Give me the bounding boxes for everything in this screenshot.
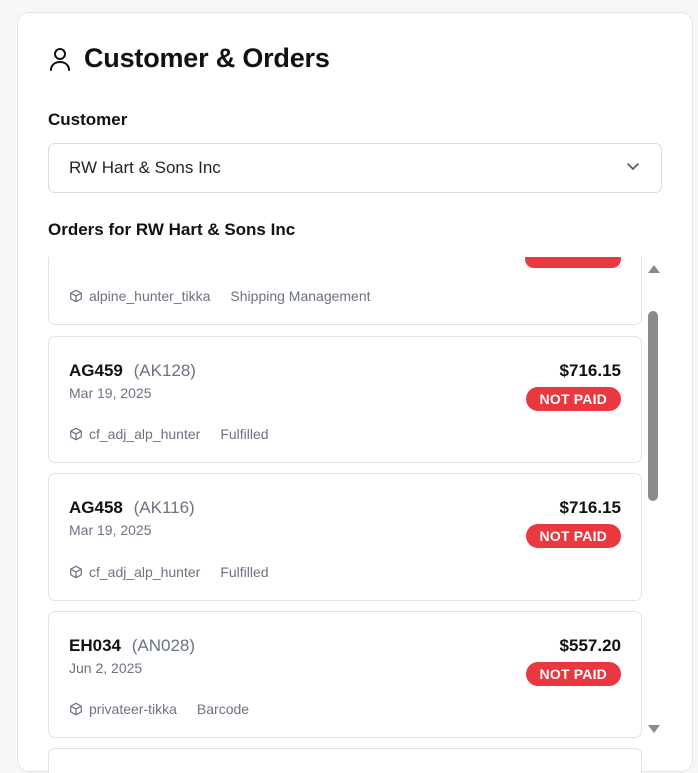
package-icon: [69, 289, 89, 303]
status-badge: NOT PAID: [525, 524, 621, 548]
order-meta: privateer-tikka Barcode: [69, 701, 249, 717]
order-number: EH034: [69, 636, 121, 655]
order-product: cf_adj_alp_hunter: [89, 426, 201, 442]
order-meta: cf_adj_alp_hunter Fulfilled: [69, 564, 269, 580]
order-meta: cf_adj_alp_hunter Fulfilled: [69, 426, 269, 442]
scroll-down-arrow-icon[interactable]: [648, 725, 660, 733]
order-reference: (AK116): [133, 498, 195, 517]
order-amount: $716.15: [559, 361, 621, 380]
order-status: Barcode: [196, 701, 250, 717]
chevron-down-icon: [625, 158, 641, 179]
order-product: cf_adj_alp_hunter: [89, 564, 201, 580]
order-date: Mar 19, 2025: [69, 522, 152, 538]
customer-orders-panel: Customer & Orders Customer RW Hart & Son…: [17, 12, 694, 773]
order-id-row: AG459 (AK128): [69, 361, 196, 381]
scrollbar-thumb[interactable]: [648, 311, 658, 501]
orders-list[interactable]: alpine_hunter_tikka Shipping Management …: [18, 257, 694, 773]
orders-heading: Orders for RW Hart & Sons Inc: [48, 220, 296, 239]
order-card[interactable]: alpine_hunter_tikka Shipping Management: [48, 257, 642, 325]
status-badge: [525, 257, 621, 268]
order-card[interactable]: EH034 (AN028) Jun 2, 2025 $557.20 NOT PA…: [48, 611, 642, 738]
order-reference: (AN028): [131, 636, 196, 655]
package-icon: [69, 702, 89, 716]
package-icon: [69, 565, 89, 579]
order-card[interactable]: AG459 (AK128) Mar 19, 2025 $716.15 NOT P…: [48, 336, 642, 463]
order-card[interactable]: AG458 (AK116) Mar 19, 2025 $716.15 NOT P…: [48, 473, 642, 601]
order-date: Mar 19, 2025: [69, 385, 152, 401]
order-id-row: AG458 (AK116): [69, 498, 195, 518]
order-id-row: EH034 (AN028): [69, 636, 195, 656]
order-product: alpine_hunter_tikka: [89, 288, 211, 304]
customer-label: Customer: [48, 110, 128, 129]
order-status: Fulfilled: [220, 564, 269, 580]
order-number: AG459: [69, 361, 123, 380]
order-amount: $557.20: [559, 636, 621, 655]
order-amount: $716.15: [559, 498, 621, 517]
order-date: Jun 2, 2025: [69, 660, 143, 676]
order-card[interactable]: [48, 748, 642, 773]
order-reference: (AK128): [133, 361, 196, 380]
status-badge: NOT PAID: [525, 662, 621, 686]
order-product: privateer-tikka: [89, 701, 177, 717]
orders-scrollbar[interactable]: [646, 261, 660, 741]
page-title: Customer & Orders: [84, 43, 330, 73]
status-badge: NOT PAID: [525, 387, 621, 411]
title-row: Customer & Orders: [48, 43, 330, 74]
order-number: AG458: [69, 498, 123, 517]
order-status: Fulfilled: [220, 426, 269, 442]
user-icon: [48, 46, 72, 72]
customer-select-value: RW Hart & Sons Inc: [69, 158, 221, 177]
order-status: Shipping Management: [230, 288, 371, 304]
package-icon: [69, 427, 89, 441]
scroll-up-arrow-icon[interactable]: [648, 265, 660, 273]
order-meta: alpine_hunter_tikka Shipping Management: [69, 288, 371, 304]
customer-select[interactable]: RW Hart & Sons Inc: [48, 143, 662, 193]
